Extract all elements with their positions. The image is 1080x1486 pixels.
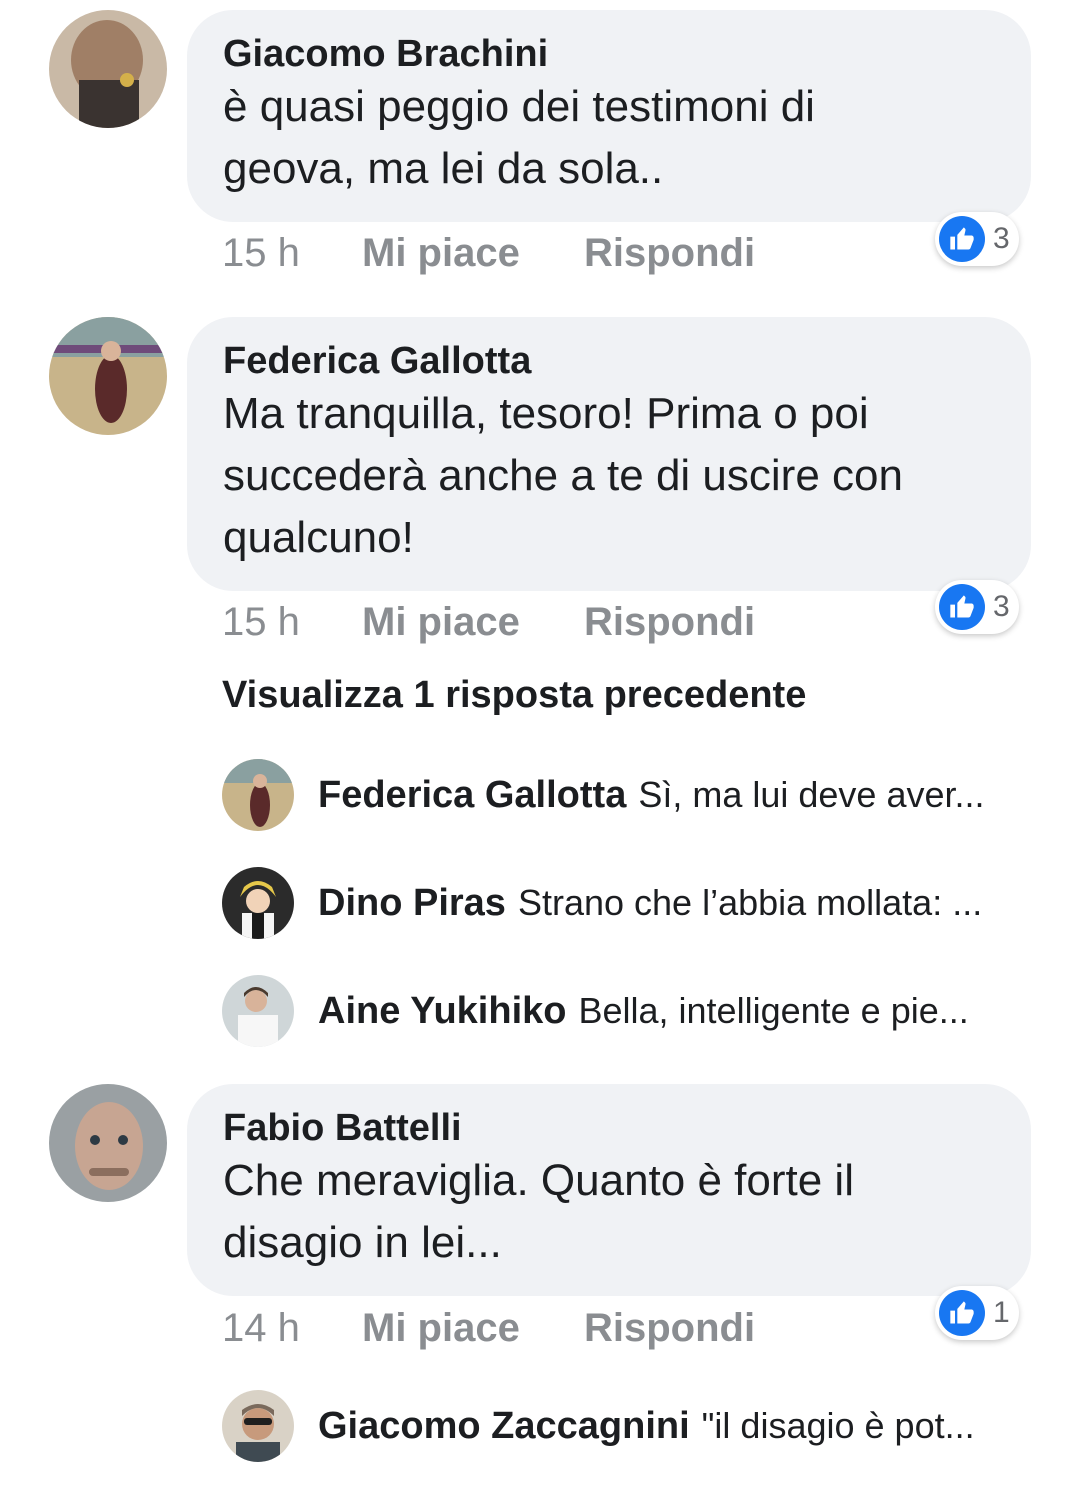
reply-item[interactable]: Aine Yukihiko Bella, intelligente e pie.… [222,974,1042,1048]
avatar[interactable] [49,10,167,128]
like-button[interactable]: Mi piace [362,597,584,647]
comment-actions: 14 h Mi piace Rispondi [222,1303,755,1353]
avatar[interactable] [222,975,294,1047]
avatar[interactable] [222,759,294,831]
reply-item[interactable]: Federica Gallotta Sì, ma lui deve aver..… [222,758,1042,832]
comment-text: disagio in lei... [223,1218,502,1267]
reply-author[interactable]: Aine Yukihiko [318,990,566,1033]
comment-text: è quasi peggio dei testimoni di [223,82,815,131]
avatar[interactable] [222,867,294,939]
timestamp[interactable]: 15 h [222,597,362,647]
reaction-count-badge[interactable]: 1 [935,1286,1019,1340]
like-button[interactable]: Mi piace [362,228,584,278]
timestamp[interactable]: 15 h [222,228,362,278]
avatar[interactable] [49,1084,167,1202]
reply-author[interactable]: Giacomo Zaccagnini [318,1405,690,1448]
thumbs-up-icon [939,216,985,262]
comment-author[interactable]: Fabio Battelli [223,1106,995,1150]
reaction-count: 1 [993,1296,1010,1329]
reaction-count: 3 [993,590,1010,623]
reply-button[interactable]: Rispondi [584,597,755,647]
comment-text: Che meraviglia. Quanto è forte il [223,1156,854,1205]
reaction-count-badge[interactable]: 3 [935,212,1019,266]
comment-text: geova, ma lei da sola.. [223,144,664,193]
view-previous-replies-link[interactable]: Visualizza 1 risposta precedente [222,674,806,717]
reply-item[interactable]: Giacomo Zaccagnini "il disagio è pot... [222,1389,1042,1463]
comment-bubble: Federica Gallotta Ma tranquilla, tesoro!… [187,317,1031,591]
comment-text: qualcuno! [223,513,414,562]
avatar[interactable] [222,1390,294,1462]
reply-snippet: Sì, ma lui deve aver... [638,774,985,815]
comment-author[interactable]: Giacomo Brachini [223,32,995,76]
reply-author[interactable]: Federica Gallotta [318,774,626,817]
reply-button[interactable]: Rispondi [584,1303,755,1353]
comment-bubble: Fabio Battelli Che meraviglia. Quanto è … [187,1084,1031,1296]
comment-actions: 15 h Mi piace Rispondi [222,228,755,278]
reaction-count-badge[interactable]: 3 [935,580,1019,634]
reply-snippet: Bella, intelligente e pie... [578,990,969,1031]
reply-author[interactable]: Dino Piras [318,882,506,925]
comment-author[interactable]: Federica Gallotta [223,339,995,383]
timestamp[interactable]: 14 h [222,1303,362,1353]
comment-text: succederà anche a te di uscire con [223,451,903,500]
reaction-count: 3 [993,222,1010,255]
reply-item[interactable]: Dino Piras Strano che l’abbia mollata: .… [222,866,1042,940]
like-button[interactable]: Mi piace [362,1303,584,1353]
reply-snippet: Strano che l’abbia mollata: ... [517,882,983,923]
thumbs-up-icon [939,584,985,630]
avatar[interactable] [49,317,167,435]
thumbs-up-icon [939,1290,985,1336]
comment-actions: 15 h Mi piace Rispondi [222,597,755,647]
comment-text: Ma tranquilla, tesoro! Prima o poi [223,389,869,438]
comment-bubble: Giacomo Brachini è quasi peggio dei test… [187,10,1031,222]
reply-snippet: "il disagio è pot... [701,1405,975,1446]
reply-button[interactable]: Rispondi [584,228,755,278]
